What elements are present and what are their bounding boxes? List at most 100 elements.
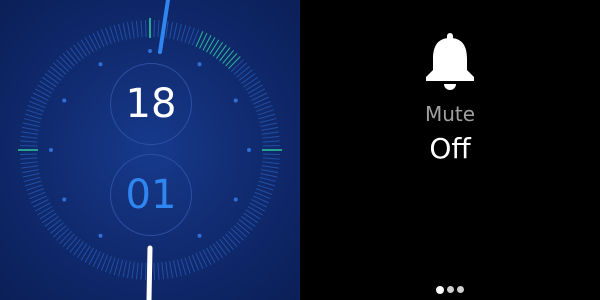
dial-tick: [262, 157, 280, 160]
dial-tick: [69, 47, 81, 62]
mute-label: Mute: [424, 102, 476, 126]
dial-tick: [157, 20, 160, 38]
dial-tick: [219, 238, 231, 253]
dial-tick: [62, 233, 75, 247]
dial-tick: [118, 259, 124, 277]
dial-tick: [20, 135, 38, 139]
dial-tick: [176, 23, 182, 41]
dial-tick: [236, 222, 250, 234]
minute-hand: [158, 0, 170, 54]
dial-tick: [20, 161, 38, 165]
dial-tick: [41, 212, 57, 224]
dial-tick: [169, 261, 174, 279]
dial-tick: [184, 26, 191, 43]
dial-tick: [169, 21, 174, 39]
dial-tick: [249, 88, 266, 98]
dial-tick: [47, 219, 62, 231]
dial-tick: [122, 260, 127, 278]
hour-marker-dot: [247, 148, 251, 152]
minute-value: 01: [125, 172, 177, 218]
page-dot-2: [447, 286, 454, 293]
dial-tick: [225, 53, 238, 67]
dial-tick: [109, 257, 116, 274]
dial-tick: [262, 161, 280, 165]
dial-tick: [216, 44, 227, 59]
mute-state[interactable]: Off: [300, 132, 600, 165]
dial-tick: [23, 118, 41, 124]
page-indicator: [300, 285, 600, 294]
hour-value: 18: [125, 81, 177, 127]
dial-tick: [262, 144, 280, 147]
dial-tick: [44, 216, 59, 227]
dial-tick: [233, 225, 247, 238]
dial-tick: [113, 258, 120, 276]
dial-tick: [135, 20, 139, 38]
dial-tick: [50, 222, 64, 234]
dial-tick: [62, 53, 75, 67]
dial-tick: [41, 76, 57, 88]
dial-tick: [212, 243, 224, 259]
dial-tick: [22, 173, 40, 178]
dial-tick: [257, 184, 274, 191]
hour-hand: [146, 245, 153, 300]
dial-tick: [247, 206, 263, 216]
dial-tick: [56, 228, 70, 241]
dial-tick: [50, 66, 64, 78]
dial-tick: [157, 262, 160, 280]
dial-tick: [44, 73, 59, 84]
dial-tick: [228, 230, 241, 244]
dial-tick: [184, 257, 191, 274]
dial-tick: [122, 22, 127, 40]
dial-tick: [56, 59, 70, 72]
dial-tick: [113, 24, 120, 42]
dial-tick: [126, 261, 131, 279]
dial-tick: [39, 80, 55, 91]
hour-marker-dot: [49, 148, 53, 152]
dial-tick: [80, 39, 91, 55]
dial-tick: [236, 66, 250, 78]
page-dot-1: [436, 285, 444, 294]
mute-setting-panel[interactable]: Mute Off: [300, 0, 600, 300]
dial-tick: [261, 169, 279, 174]
dial-tick: [261, 131, 279, 135]
dial-tick: [241, 216, 256, 227]
dial-tick: [257, 109, 274, 116]
dial-tick: [140, 262, 143, 280]
dial-tick: [135, 262, 139, 280]
dial-tick: [59, 230, 72, 244]
dial-tick: [260, 122, 278, 127]
dial-tick: [140, 20, 143, 38]
dial-tick: [88, 34, 98, 51]
watch-screen: 18 01 Mute Off: [0, 0, 600, 300]
dial-tick: [21, 126, 39, 131]
dial-tick: [209, 39, 220, 55]
dial-tick: [76, 41, 88, 57]
dial-tick: [23, 176, 41, 182]
hour-marker-dot: [98, 62, 103, 67]
hour-marker-dot: [197, 62, 202, 67]
dial-tick: [26, 184, 43, 191]
dial-tick: [20, 157, 38, 160]
bell-icon[interactable]: [419, 30, 481, 92]
hour-marker-dot: [98, 233, 103, 238]
dial-tick: [216, 241, 227, 256]
dial-tick: [118, 23, 124, 41]
dial-tick: [69, 238, 81, 253]
dial-tick: [259, 176, 277, 182]
dial-tick: [161, 262, 165, 280]
hour-marker-dot: [148, 49, 152, 53]
dial-tick: [53, 62, 67, 75]
dial-tick: [84, 247, 94, 263]
dial-tick: [73, 44, 84, 59]
dial-tick: [66, 50, 78, 64]
dial-tick: [259, 118, 277, 124]
dial-tick: [153, 262, 156, 280]
dial-tick: [59, 56, 72, 70]
dial-tick: [241, 73, 256, 84]
dial-tick: [238, 69, 253, 81]
dial-tick: [165, 261, 169, 279]
dial-tick: [219, 47, 231, 62]
watch-face-panel[interactable]: 18 01: [0, 0, 300, 300]
dial-tick: [245, 80, 261, 91]
dial-tick: [76, 243, 88, 259]
